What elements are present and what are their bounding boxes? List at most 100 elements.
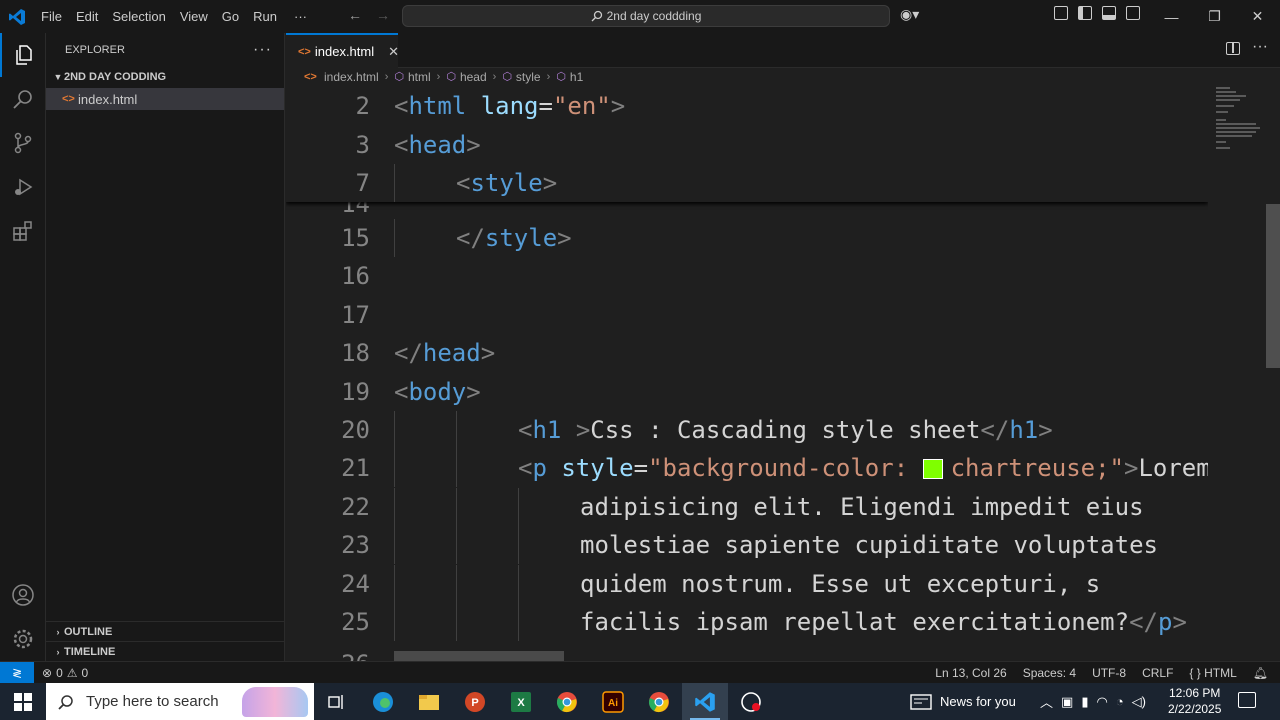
news-widget[interactable]: News for you bbox=[910, 683, 1016, 720]
minimize-icon[interactable]: — bbox=[1150, 0, 1193, 33]
outline-section[interactable]: › OUTLINE bbox=[46, 621, 284, 641]
code-line[interactable]: 3 <head> bbox=[286, 125, 1208, 164]
vscode-taskbar-icon[interactable] bbox=[682, 683, 728, 720]
wifi-icon[interactable]: ◔ bbox=[1116, 694, 1124, 709]
search-icon bbox=[58, 694, 73, 710]
code-text: quidem nostrum. Esse ut excepturi, s bbox=[580, 570, 1100, 598]
minimap[interactable] bbox=[1208, 85, 1280, 661]
file-item-index-html[interactable]: <> index.html bbox=[46, 88, 284, 110]
extensions-icon[interactable] bbox=[0, 209, 46, 253]
notifications-bell-icon[interactable]: 🔔︎ bbox=[1253, 666, 1268, 680]
code-line[interactable]: 23 molestiae sapiente cupiditate voluptat… bbox=[286, 526, 1208, 565]
usb-icon[interactable]: ▮ bbox=[1081, 694, 1088, 710]
notification-center-icon[interactable] bbox=[1238, 692, 1256, 708]
split-editor-icon[interactable] bbox=[1226, 42, 1240, 55]
code-editor[interactable]: 2<html lang="en">3<head>7<style> 14 26 1… bbox=[286, 85, 1208, 661]
taskbar-search-box[interactable]: Type here to search bbox=[46, 683, 314, 720]
chevron-up-icon[interactable]: ︿ bbox=[1040, 692, 1053, 711]
chrome-icon[interactable] bbox=[544, 683, 590, 720]
meet-icon[interactable]: ▣ bbox=[1061, 694, 1073, 710]
warning-count: 0 bbox=[81, 665, 89, 680]
code-line[interactable]: 25 facilis ipsam repellat exercitationem?… bbox=[286, 603, 1208, 641]
code-line[interactable]: 16 bbox=[286, 257, 1208, 295]
breadcrumb-item[interactable]: head bbox=[460, 70, 487, 84]
windows-start-icon[interactable] bbox=[0, 683, 46, 720]
menu-edit[interactable]: Edit bbox=[69, 0, 105, 33]
excel-icon[interactable]: X bbox=[498, 683, 544, 720]
code-line[interactable]: 15 </style> bbox=[286, 219, 1208, 257]
line-number: 20 bbox=[341, 416, 370, 444]
code-token: style bbox=[561, 454, 634, 483]
code-line[interactable]: 21 <p style="background-color: chartreuse… bbox=[286, 449, 1208, 488]
menu-more-button[interactable]: ··· bbox=[284, 0, 317, 33]
indentation[interactable]: Spaces: 4 bbox=[1023, 666, 1076, 680]
explorer-icon[interactable] bbox=[0, 33, 46, 77]
close-window-icon[interactable]: ✕ bbox=[1236, 0, 1279, 33]
line-ending[interactable]: CRLF bbox=[1142, 666, 1173, 680]
code-line[interactable]: 20 <h1 >Css : Cascading style sheet</h1> bbox=[286, 411, 1208, 449]
screen-recorder-icon[interactable] bbox=[728, 683, 774, 720]
breadcrumb-item[interactable]: index.html bbox=[324, 70, 379, 84]
forward-arrow-icon[interactable]: → bbox=[376, 7, 390, 23]
illustrator-icon[interactable]: Ai bbox=[590, 683, 636, 720]
menu-go[interactable]: Go bbox=[215, 0, 246, 33]
back-arrow-icon[interactable]: ← bbox=[348, 7, 362, 23]
remote-icon[interactable]: ≷ bbox=[0, 661, 34, 684]
toggle-primary-sidebar-icon[interactable] bbox=[1078, 6, 1092, 20]
explorer-more-button[interactable]: ··· bbox=[253, 41, 272, 59]
run-debug-icon[interactable] bbox=[0, 165, 46, 209]
language-mode[interactable]: { } HTML bbox=[1189, 666, 1236, 680]
menu-view[interactable]: View bbox=[173, 0, 215, 33]
code-line[interactable]: 7 <style> bbox=[286, 164, 1208, 202]
toggle-secondary-sidebar-icon[interactable] bbox=[1126, 6, 1140, 20]
code-line[interactable]: 18 </head> bbox=[286, 334, 1208, 372]
command-center-search[interactable]: 2nd day coddding bbox=[402, 5, 890, 27]
breadcrumb-item[interactable]: style bbox=[516, 70, 541, 84]
menu-file[interactable]: File bbox=[34, 0, 69, 33]
encoding[interactable]: UTF-8 bbox=[1092, 666, 1126, 680]
chevron-right-icon: › bbox=[492, 70, 497, 83]
settings-gear-icon[interactable] bbox=[0, 617, 46, 661]
toggle-panel-icon[interactable] bbox=[1102, 6, 1116, 20]
system-clock[interactable]: 12:06 PM 2/22/2025 bbox=[1168, 685, 1221, 717]
code-token: style bbox=[470, 169, 543, 197]
copilot-icon[interactable]: ◉▾ bbox=[900, 6, 919, 23]
chrome-profile-icon[interactable] bbox=[636, 683, 682, 720]
problems-status[interactable]: ⊗ 0 ⚠ 0 bbox=[42, 666, 88, 680]
customize-layout-icon[interactable] bbox=[1054, 6, 1068, 20]
timeline-section[interactable]: › TIMELINE bbox=[46, 641, 284, 661]
menu-run[interactable]: Run bbox=[246, 0, 284, 33]
code-line[interactable]: 17 bbox=[286, 296, 1208, 334]
horizontal-scrollbar[interactable] bbox=[394, 651, 564, 661]
code-token: > bbox=[480, 339, 496, 368]
code-line[interactable]: 19 <body> bbox=[286, 373, 1208, 411]
taskbar-search-placeholder: Type here to search bbox=[86, 693, 219, 710]
accounts-icon[interactable] bbox=[0, 573, 46, 617]
code-line[interactable]: 24 quidem nostrum. Esse ut excepturi, s bbox=[286, 564, 1208, 603]
source-control-icon[interactable] bbox=[0, 121, 46, 165]
code-line[interactable]: 22 adipisicing elit. Eligendi impedit eiu… bbox=[286, 487, 1208, 526]
cursor-position[interactable]: Ln 13, Col 26 bbox=[935, 666, 1006, 680]
search-view-icon[interactable] bbox=[0, 77, 46, 121]
restore-icon[interactable]: ❐ bbox=[1193, 0, 1236, 33]
color-swatch[interactable] bbox=[922, 459, 943, 480]
network-icon[interactable]: ◠ bbox=[1096, 694, 1107, 710]
vertical-scrollbar[interactable] bbox=[1266, 204, 1280, 368]
breadcrumb-item[interactable]: html bbox=[408, 70, 431, 84]
folder-label: 2ND DAY CODDING bbox=[64, 71, 167, 83]
editor-more-button[interactable]: ··· bbox=[1252, 38, 1268, 56]
file-explorer-icon[interactable] bbox=[406, 683, 452, 720]
menu-selection[interactable]: Selection bbox=[105, 0, 172, 33]
breadcrumb-item[interactable]: h1 bbox=[570, 70, 583, 84]
edge-browser-icon[interactable] bbox=[360, 683, 406, 720]
powerpoint-icon[interactable]: P bbox=[452, 683, 498, 720]
task-view-icon[interactable] bbox=[314, 683, 360, 720]
code-token: > bbox=[1172, 608, 1187, 636]
sticky-scroll-header[interactable]: 2 <html lang="en"> 3 <head> 7 <style> bbox=[286, 85, 1208, 202]
warning-icon: ⚠ bbox=[66, 665, 78, 680]
volume-icon[interactable]: ◁) bbox=[1132, 694, 1146, 710]
code-line[interactable]: 2 <html lang="en"> bbox=[286, 87, 1208, 125]
tab-index-html[interactable]: <> index.html ✕ bbox=[286, 33, 399, 68]
close-icon[interactable]: ✕ bbox=[388, 44, 399, 60]
folder-item[interactable]: ▼ 2ND DAY CODDING bbox=[46, 66, 284, 88]
